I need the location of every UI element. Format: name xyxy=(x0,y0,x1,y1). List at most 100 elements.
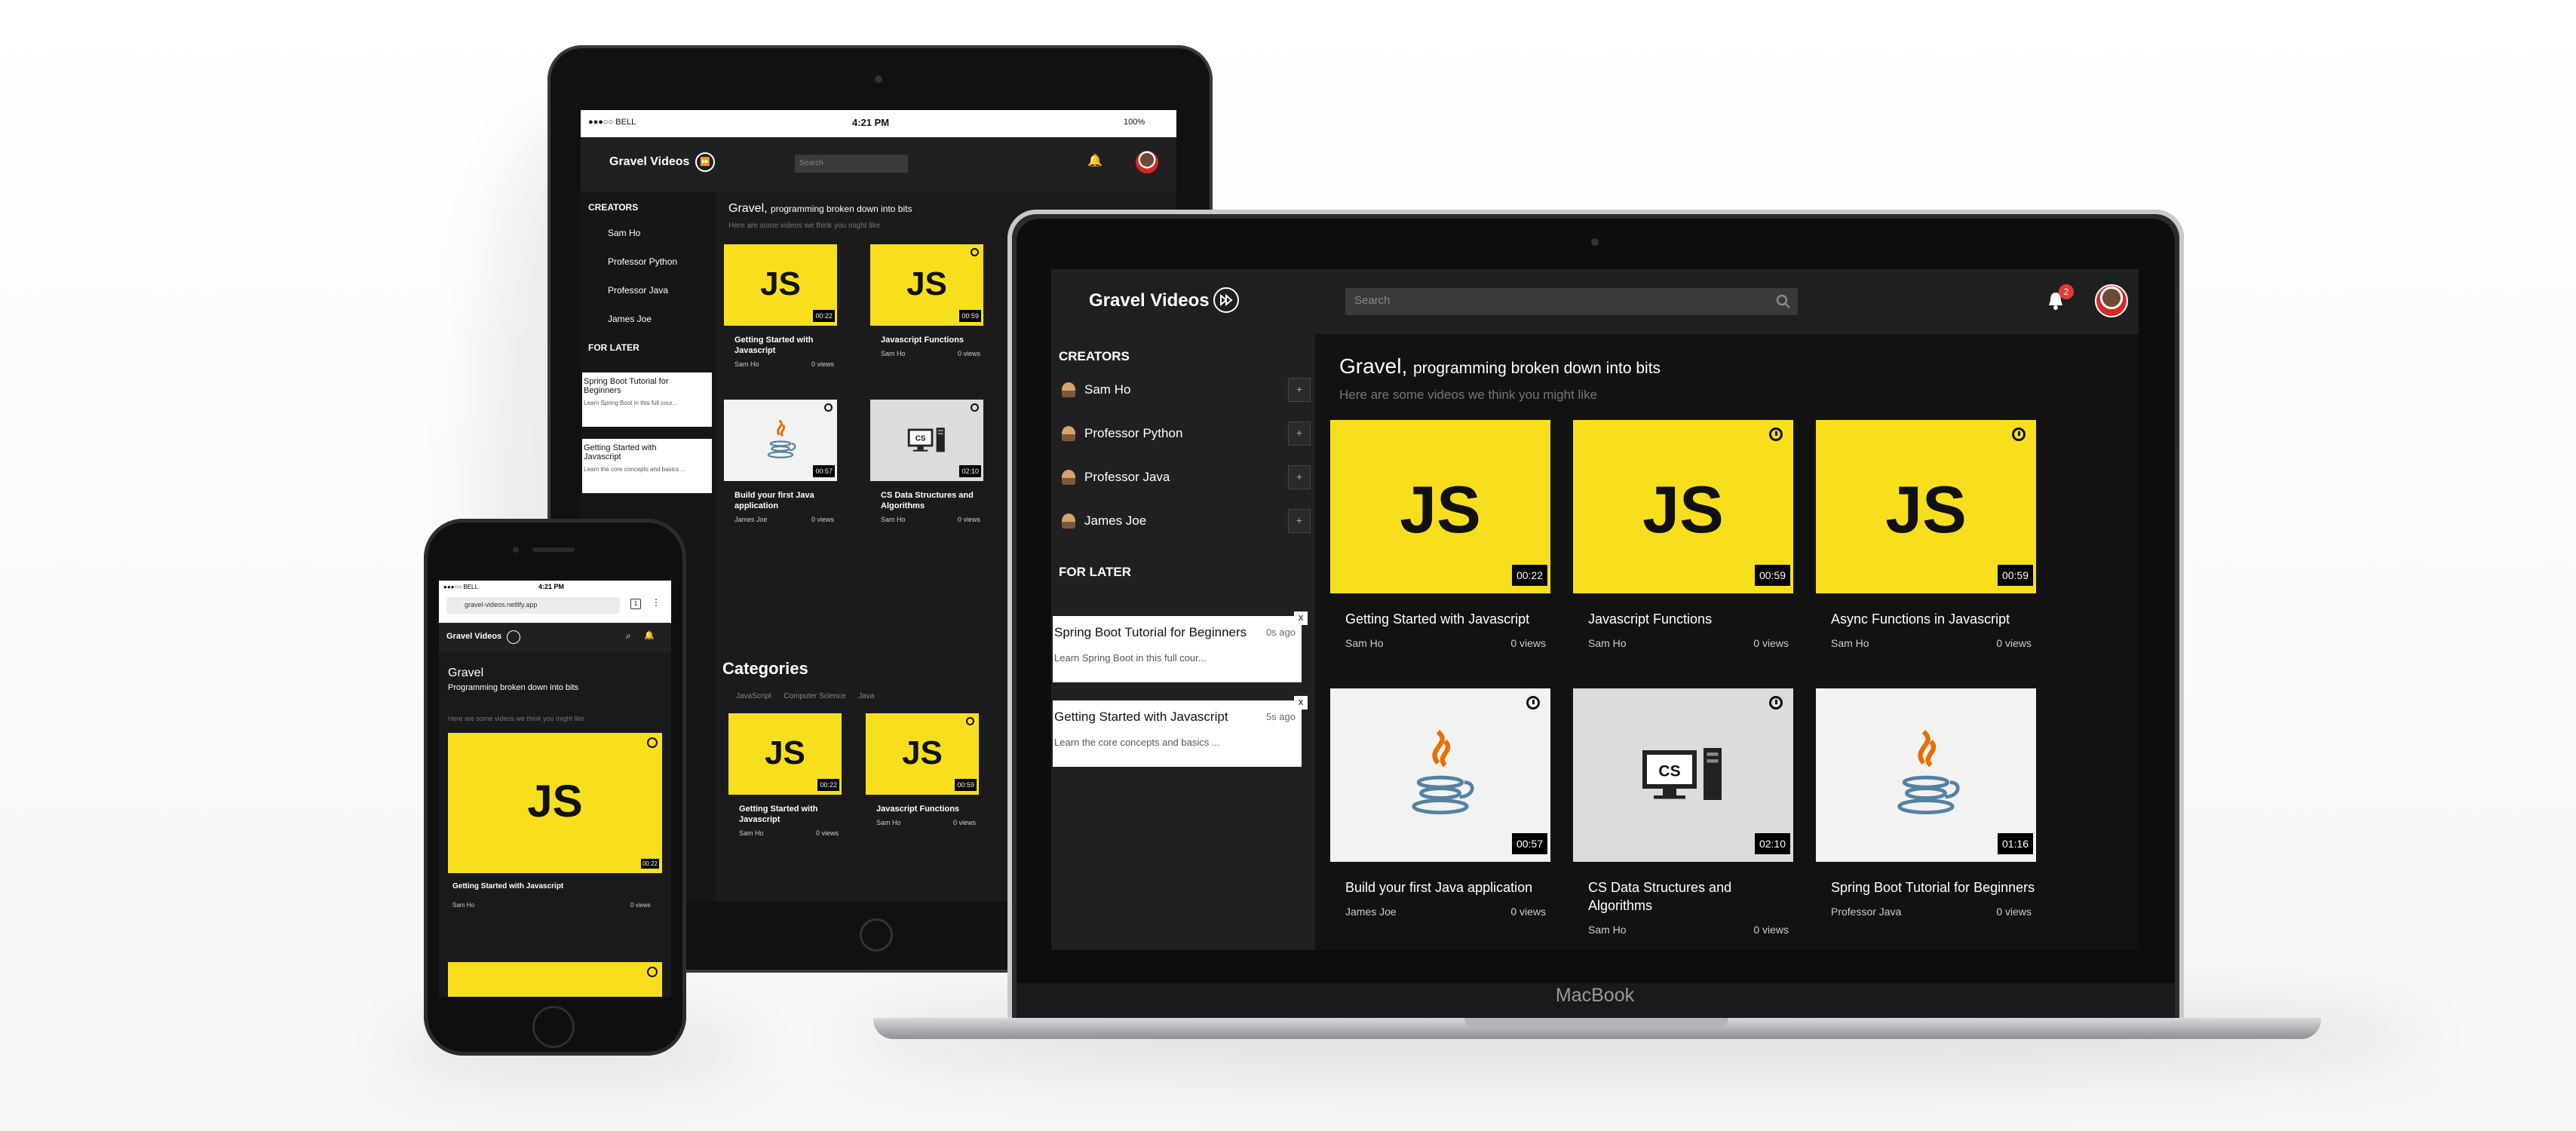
video-thumbnail[interactable] xyxy=(448,962,662,997)
later-card[interactable]: Spring Boot Tutorial for Beginners Learn… xyxy=(582,372,712,427)
search-input[interactable]: Search xyxy=(1345,288,1798,315)
close-icon[interactable]: x xyxy=(1294,696,1308,710)
video-thumbnail[interactable]: 00:57 xyxy=(724,400,837,481)
video-title[interactable]: CS Data Structures and Algorithms xyxy=(1573,878,1793,915)
category-tab[interactable]: JavaScript xyxy=(736,692,771,700)
video-thumbnail[interactable]: JS 00:22 xyxy=(448,733,662,873)
video-thumbnail[interactable]: JS 00:22 xyxy=(724,244,837,326)
video-thumbnail[interactable]: JS 00:59 xyxy=(1816,420,2036,593)
creator-row[interactable]: Professor Python xyxy=(588,253,715,276)
later-card[interactable]: Spring Boot Tutorial for Beginners 0s ag… xyxy=(1053,611,1308,682)
video-thumbnail[interactable]: CS 02:10 xyxy=(870,400,983,481)
category-tab[interactable]: Java xyxy=(858,692,874,700)
creator-row[interactable]: Professor Python + xyxy=(1062,420,1311,447)
watch-later-icon[interactable] xyxy=(647,737,658,748)
video-thumbnail[interactable]: 00:57 xyxy=(1330,688,1550,862)
video-channel[interactable]: Sam Ho xyxy=(1588,637,1627,649)
video-channel[interactable]: Sam Ho xyxy=(739,829,764,837)
creator-row[interactable]: Professor Java xyxy=(588,282,715,305)
video-card[interactable]: 01:16 Spring Boot Tutorial for Beginners P… xyxy=(1816,688,2036,922)
video-thumbnail[interactable]: 01:16 xyxy=(1816,688,2036,862)
url-bar[interactable]: gravel-videos.netlify.app xyxy=(446,597,620,614)
watch-later-icon[interactable] xyxy=(971,248,979,256)
app-logo[interactable]: Gravel Videos xyxy=(609,155,689,169)
video-channel[interactable]: Sam Ho xyxy=(1588,924,1627,936)
categories-heading: Categories xyxy=(722,659,808,678)
video-channel[interactable]: Sam Ho xyxy=(734,360,759,368)
tabs-icon[interactable]: 1 xyxy=(630,599,641,609)
video-title[interactable]: Javascript Functions xyxy=(866,804,979,814)
watch-later-icon[interactable] xyxy=(1769,696,1783,710)
more-icon[interactable]: ⋮ xyxy=(652,597,661,608)
close-icon[interactable]: x xyxy=(1294,611,1308,625)
video-title[interactable]: Getting Started with Javascript xyxy=(452,882,563,890)
video-title[interactable]: Build your first Java application xyxy=(1330,878,1550,897)
page-title: Gravel, programming broken down into bit… xyxy=(728,202,912,215)
subscribe-button[interactable]: + xyxy=(1288,378,1311,402)
video-title[interactable]: Javascript Functions xyxy=(870,335,983,345)
later-card[interactable]: Getting Started with Javascript Learn th… xyxy=(582,439,712,493)
watch-later-icon[interactable] xyxy=(966,717,974,725)
video-thumbnail[interactable]: JS 00:59 xyxy=(866,713,979,795)
video-title[interactable]: Build your first Java application xyxy=(724,490,837,511)
video-card[interactable]: JS 00:22 Getting Started with Javascript Sa… xyxy=(728,713,842,840)
video-channel[interactable]: Sam Ho xyxy=(876,819,901,826)
bell-icon[interactable]: 🔔 xyxy=(1087,153,1102,168)
video-card[interactable]: JS 00:22 Getting Started with Javascript Sa… xyxy=(1330,420,1550,654)
video-card[interactable]: JS 00:59 Javascript Functions Sam Ho 0 views xyxy=(870,244,983,360)
video-channel[interactable]: James Joe xyxy=(734,516,768,523)
watch-later-icon[interactable] xyxy=(971,403,979,412)
watch-later-icon[interactable] xyxy=(2012,428,2026,441)
search-icon[interactable] xyxy=(1775,293,1792,314)
video-thumbnail[interactable]: JS 00:22 xyxy=(728,713,842,795)
video-card[interactable]: JS 00:22 Getting Started with Javascript Sa… xyxy=(724,244,837,371)
creator-row[interactable]: Professor Java + xyxy=(1062,464,1311,491)
watch-later-icon[interactable] xyxy=(1526,696,1540,710)
app-logo[interactable]: Gravel Videos xyxy=(446,632,501,641)
video-thumbnail[interactable]: JS 00:59 xyxy=(870,244,983,326)
creator-row[interactable]: James Joe + xyxy=(1062,507,1311,535)
video-channel[interactable]: Sam Ho xyxy=(452,902,474,909)
video-card[interactable]: CS 02:10 CS Data Structures and Algorithms… xyxy=(1573,688,1793,940)
watch-later-icon[interactable] xyxy=(1769,428,1783,441)
search-icon[interactable]: ⌕ xyxy=(626,630,631,642)
video-thumbnail[interactable]: JS 00:22 xyxy=(1330,420,1550,593)
watch-later-icon[interactable] xyxy=(647,967,658,977)
watch-later-icon[interactable] xyxy=(824,403,833,412)
avatar[interactable] xyxy=(1136,151,1158,173)
video-channel[interactable]: Professor Java xyxy=(1831,906,1901,918)
avatar[interactable] xyxy=(2095,284,2128,317)
category-tab[interactable]: Computer Science xyxy=(784,692,845,700)
video-title[interactable]: Getting Started with Javascript xyxy=(728,804,842,825)
video-channel[interactable]: Sam Ho xyxy=(1831,637,1869,649)
thumbnail-label: JS xyxy=(1400,472,1481,547)
app-logo[interactable]: Gravel Videos xyxy=(1089,290,1210,311)
video-title[interactable]: Getting Started with Javascript xyxy=(1330,610,1550,628)
subscribe-button[interactable]: + xyxy=(1288,421,1311,446)
video-title[interactable]: Getting Started with Javascript xyxy=(724,335,837,356)
creator-row[interactable]: Sam Ho xyxy=(588,225,715,247)
later-card[interactable]: Getting Started with Javascript 5s ago L… xyxy=(1053,696,1308,767)
video-card[interactable]: 00:57 Build your first Java application Ja… xyxy=(724,400,837,526)
video-card[interactable]: 00:57 Build your first Java application Ja… xyxy=(1330,688,1550,922)
video-channel[interactable]: Sam Ho xyxy=(881,350,906,357)
search-input[interactable]: Search xyxy=(795,155,908,173)
video-title[interactable]: Async Functions in Javascript xyxy=(1816,610,2036,628)
video-card[interactable]: CS 02:10 CS Data Structures and Algorithms… xyxy=(870,400,983,526)
creator-row[interactable]: James Joe xyxy=(588,311,715,333)
video-card[interactable]: JS 00:59 Async Functions in Javascript Sam … xyxy=(1816,420,2036,654)
video-thumbnail[interactable]: JS 00:59 xyxy=(1573,420,1793,593)
video-title[interactable]: Spring Boot Tutorial for Beginners xyxy=(1816,878,2036,897)
video-channel[interactable]: James Joe xyxy=(1345,906,1397,918)
video-title[interactable]: CS Data Structures and Algorithms xyxy=(870,490,983,511)
creator-row[interactable]: Sam Ho + xyxy=(1062,376,1311,403)
video-channel[interactable]: Sam Ho xyxy=(1345,637,1384,649)
video-card[interactable]: JS 00:59 Javascript Functions Sam Ho 0 views xyxy=(866,713,979,829)
bell-icon[interactable]: 🔔 xyxy=(644,630,655,640)
subscribe-button[interactable]: + xyxy=(1288,509,1311,533)
video-channel[interactable]: Sam Ho xyxy=(881,516,906,523)
video-thumbnail[interactable]: CS 02:10 xyxy=(1573,688,1793,862)
subscribe-button[interactable]: + xyxy=(1288,465,1311,489)
video-title[interactable]: Javascript Functions xyxy=(1573,610,1793,628)
video-card[interactable]: JS 00:59 Javascript Functions Sam Ho 0 views xyxy=(1573,420,1793,654)
